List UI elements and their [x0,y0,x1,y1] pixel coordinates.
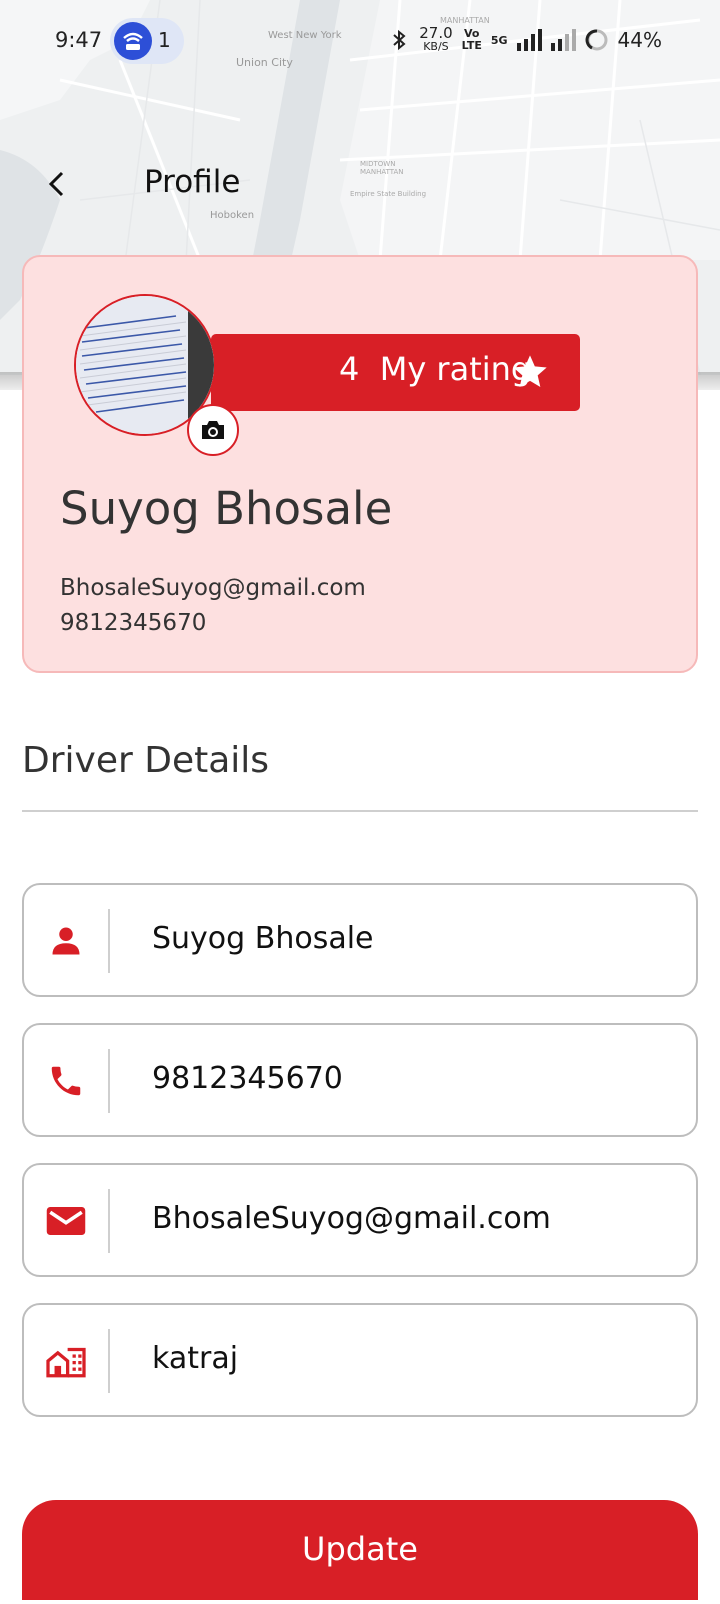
change-photo-button[interactable] [187,404,239,456]
rating-label: My rating [379,350,532,388]
chevron-left-icon [48,171,64,197]
email-field[interactable]: BhosaleSuyog@gmail.com [22,1163,698,1277]
status-bar: 9:47 1 27.0 KB/S Vo LTE 5G 44% [0,0,720,84]
page-title: Profile [144,164,241,200]
battery-percent: 44% [617,28,662,52]
name-field[interactable]: Suyog Bhosale [22,883,698,997]
battery-icon [585,29,608,51]
speed-value: 27.0 [419,24,453,42]
signal-strength-icon-2 [550,29,576,51]
home-city-icon [42,1337,90,1385]
speed-unit: KB/S [423,40,449,53]
map-label: Hoboken [210,210,255,221]
volte-indicator: Vo LTE [462,28,482,52]
volte-bottom: LTE [461,39,482,52]
section-title: Driver Details [22,740,270,781]
status-time: 9:47 [55,28,103,52]
profile-phone: 9812345670 [60,610,207,636]
map-label: Empire State Building [350,190,427,198]
address-input[interactable]: katraj [152,1341,238,1376]
signal-strength-icon [516,29,542,51]
network-speed: 27.0 KB/S [419,26,452,54]
phone-input[interactable]: 9812345670 [152,1061,343,1096]
person-icon [42,917,90,965]
profile-name: Suyog Bhosale [60,482,393,535]
profile-email: BhosaleSuyog@gmail.com [60,575,366,601]
profile-card: 4 My rating Suyog Bhosale BhosaleSuyog@g… [22,255,698,673]
hotspot-count: 1 [158,28,171,52]
email-input[interactable]: BhosaleSuyog@gmail.com [152,1201,551,1236]
field-separator [108,1329,110,1393]
network-type: 5G [490,33,508,47]
phone-icon [42,1057,90,1105]
phone-field[interactable]: 9812345670 [22,1023,698,1137]
hotspot-indicator[interactable]: 1 [110,18,184,64]
bluetooth-icon [393,29,406,51]
field-separator [108,1049,110,1113]
rating-badge[interactable]: 4 My rating [211,334,580,411]
name-input[interactable]: Suyog Bhosale [152,921,374,956]
update-button[interactable]: Update [22,1500,698,1600]
rating-text: 4 My rating [339,350,531,388]
hotspot-icon [114,22,152,60]
star-icon [513,355,547,387]
status-icons: 27.0 KB/S Vo LTE 5G 44% [390,26,662,54]
rating-value: 4 [339,350,360,388]
address-field[interactable]: katraj [22,1303,698,1417]
field-separator [108,1189,110,1253]
field-separator [108,909,110,973]
section-divider [22,810,698,812]
mail-icon [42,1197,90,1245]
map-label: MIDTOWN MANHATTAN [360,160,404,176]
camera-icon [202,421,224,439]
update-button-label: Update [302,1530,418,1568]
back-button[interactable] [42,168,74,200]
